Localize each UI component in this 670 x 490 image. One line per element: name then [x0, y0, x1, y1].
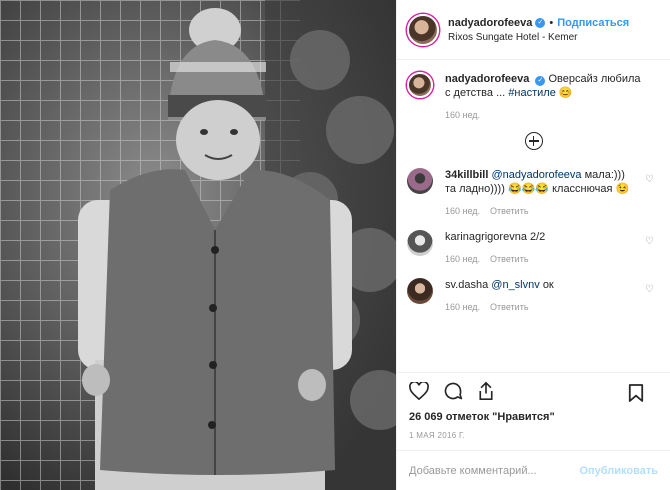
caption-username[interactable]: nadyadorofeeva: [445, 73, 529, 85]
comment-username[interactable]: karinagrigorevna: [445, 231, 527, 243]
add-comment-bar: Опубликовать: [397, 450, 670, 490]
comment-time: 160 нед.: [445, 302, 481, 312]
comment-text: ок: [542, 279, 554, 291]
hashtag-link[interactable]: #настиле: [508, 87, 556, 99]
follow-button[interactable]: Подписаться: [557, 17, 629, 29]
header-info: nadyadorofeeva ✓ • Подписаться Rixos Sun…: [448, 17, 629, 43]
post-modal: nadyadorofeeva ✓ • Подписаться Rixos Sun…: [0, 0, 670, 490]
comment-mention[interactable]: @nadyadorofeeva: [491, 169, 581, 181]
list-item: karinagrigorevna 2/2 160 нед. Ответить ♡: [407, 230, 660, 266]
comment-input[interactable]: [409, 464, 580, 477]
reply-button[interactable]: Ответить: [490, 204, 528, 218]
load-more-icon[interactable]: [524, 132, 543, 150]
post-header: nadyadorofeeva ✓ • Подписаться Rixos Sun…: [397, 0, 670, 60]
heart-icon[interactable]: [409, 380, 429, 403]
avatar[interactable]: [407, 72, 433, 98]
photo-image: [0, 0, 396, 490]
comment-time: 160 нед.: [445, 254, 481, 264]
comment-mention[interactable]: @n_slvnv: [491, 279, 539, 291]
post-actions: 26 069 отметок "Нравится" 1 МАЯ 2016 Г. …: [397, 372, 670, 490]
avatar[interactable]: [407, 168, 433, 194]
verified-icon: ✓: [535, 76, 546, 86]
avatar[interactable]: [407, 278, 433, 304]
comments-list[interactable]: nadyadorofeeva ✓ Оверсайз любила с детст…: [397, 60, 670, 375]
bookmark-icon[interactable]: [628, 383, 644, 406]
caption-time: 160 нед.: [445, 110, 481, 120]
avatar[interactable]: [407, 13, 439, 46]
post-date[interactable]: 1 МАЯ 2016 Г.: [397, 431, 670, 440]
avatar[interactable]: [407, 230, 433, 256]
comment-username[interactable]: sv.dasha: [445, 279, 488, 291]
author-username[interactable]: nadyadorofeeva: [448, 17, 532, 29]
reply-button[interactable]: Ответить: [490, 300, 528, 314]
heart-icon[interactable]: ♡: [645, 174, 654, 185]
post-photo[interactable]: [0, 0, 396, 490]
comment-username[interactable]: 34killbill: [445, 169, 488, 181]
publish-button[interactable]: Опубликовать: [579, 465, 658, 477]
caption-emoji: 😊: [558, 87, 573, 99]
comment-time: 160 нед.: [445, 206, 481, 216]
likes-count[interactable]: 26 069 отметок "Нравится": [397, 411, 670, 423]
comment-icon[interactable]: [443, 381, 463, 404]
list-item: sv.dasha @n_slvnv ок 160 нед. Ответить ♡: [407, 278, 660, 314]
heart-icon[interactable]: ♡: [645, 236, 654, 247]
heart-icon[interactable]: ♡: [645, 284, 654, 295]
list-item: 34killbill @nadyadorofeeva мала:))) та л…: [407, 168, 660, 218]
verified-icon: ✓: [535, 17, 546, 28]
caption: nadyadorofeeva ✓ Оверсайз любила с детст…: [407, 72, 660, 122]
reply-button[interactable]: Ответить: [490, 252, 528, 266]
location-link[interactable]: Rixos Sungate Hotel - Kemer: [448, 32, 629, 43]
share-icon[interactable]: [477, 381, 495, 404]
comment-text: 2/2: [530, 231, 546, 243]
post-panel: nadyadorofeeva ✓ • Подписаться Rixos Sun…: [396, 0, 670, 490]
separator-dot: •: [549, 16, 554, 29]
